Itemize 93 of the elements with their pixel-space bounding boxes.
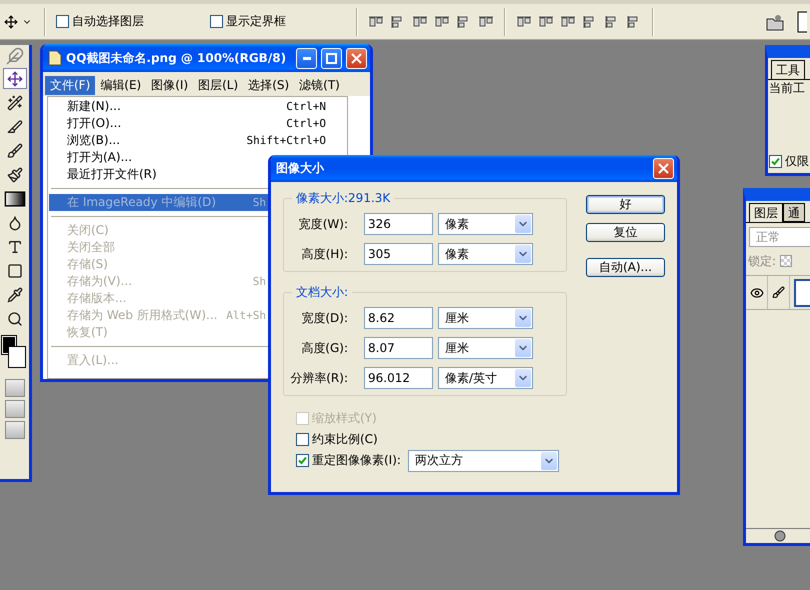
checkbox[interactable]: [56, 15, 69, 28]
field-label: 高度(G):: [300, 340, 348, 356]
drop-icon: [6, 214, 22, 230]
panel-tab[interactable]: 工具: [771, 60, 805, 79]
dialog-button[interactable]: 自动(A)...: [586, 258, 665, 277]
minimize-icon: [302, 56, 310, 60]
menu-item[interactable]: 图层(L): [193, 76, 244, 95]
check-icon: [771, 157, 780, 166]
menu-item[interactable]: 选择(S): [243, 76, 294, 95]
minimize-button[interactable]: [296, 48, 317, 68]
checkbox[interactable]: [769, 155, 782, 168]
input-field[interactable]: 8.07: [364, 337, 433, 359]
field-label: 宽度(D):: [300, 310, 348, 326]
layer-row[interactable]: [746, 275, 810, 310]
group-title: 文档大小:: [295, 284, 350, 301]
shortcut-text: Shift+Ctrl+O: [246, 134, 326, 147]
paintbrush-icon: [6, 166, 22, 182]
eyedropper-icon: [6, 286, 22, 302]
menu-item[interactable]: 浏览(B)... Shift+Ctrl+O: [49, 132, 346, 149]
checkbox-label: 仅限: [785, 153, 809, 170]
panel-text: 当前工: [768, 80, 806, 97]
close-button[interactable]: [346, 48, 367, 68]
shortcut-text: Alt+Sh: [226, 309, 266, 322]
feather-icon: [6, 47, 24, 65]
align-icon[interactable]: [368, 14, 384, 28]
input-field[interactable]: 326: [364, 213, 433, 235]
knife-icon: [6, 118, 22, 134]
lock-label: 锁定:: [748, 252, 776, 270]
layer-style-icon[interactable]: [774, 530, 786, 542]
input-field[interactable]: 96.012: [364, 367, 433, 389]
checkbox[interactable]: [296, 433, 309, 446]
align-icon[interactable]: [434, 14, 450, 28]
align-icon[interactable]: [478, 14, 494, 28]
field-label: 分辨率(R):: [289, 370, 348, 386]
checkbox-label: 重定图像像素(I):: [312, 452, 401, 469]
dialog-button[interactable]: 复位: [586, 223, 665, 242]
check-icon: [298, 456, 307, 465]
checkbox-label: 显示定界框: [226, 13, 286, 30]
close-icon: [351, 52, 362, 64]
transparency-lock-icon[interactable]: [780, 255, 792, 267]
shortcut-text: Sh: [252, 275, 266, 288]
shortcut-text: Sh: [252, 196, 266, 209]
unit-select[interactable]: 厘米: [438, 307, 533, 329]
type-icon: [6, 238, 22, 254]
blend-mode-field[interactable]: 正常: [749, 227, 810, 247]
menu-item[interactable]: 打开(O)... Ctrl+O: [49, 115, 346, 132]
menu-item[interactable]: 图像(I): [146, 76, 194, 95]
menu-item[interactable]: 编辑(E): [95, 76, 146, 95]
eye-icon: [750, 286, 764, 300]
checkbox[interactable]: [296, 454, 309, 467]
panel-tab[interactable]: 图层: [749, 203, 783, 222]
align-icon[interactable]: [412, 14, 428, 28]
panel-tab[interactable]: 通: [783, 203, 805, 222]
align-icon[interactable]: [538, 14, 554, 28]
maximize-icon: [326, 52, 337, 64]
checkbox[interactable]: [210, 15, 223, 28]
move-icon: [4, 14, 18, 28]
menu-item[interactable]: 文件(F): [45, 76, 96, 95]
unit-select[interactable]: 厘米: [438, 337, 533, 359]
resample-select[interactable]: 两次立方: [408, 450, 559, 472]
zoom-icon: [6, 310, 22, 326]
field-label: 高度(H):: [300, 246, 348, 262]
shortcut-text: Ctrl+O: [286, 117, 326, 130]
dialog-title: 图像大小: [276, 160, 324, 177]
quick-mask-button[interactable]: [4, 379, 24, 397]
align-icon[interactable]: [560, 14, 576, 28]
tool-button[interactable]: [2, 68, 26, 89]
menu-item[interactable]: 新建(N)... Ctrl+N: [49, 98, 346, 115]
shortcut-text: Ctrl+N: [286, 100, 326, 113]
maximize-button[interactable]: [321, 48, 342, 68]
checkbox-label: 缩放样式(Y): [312, 410, 377, 427]
checkbox-label: 约束比例(C): [312, 431, 378, 448]
checkbox-label: 自动选择图层: [72, 13, 144, 30]
magic-wand-icon: [6, 94, 22, 110]
align-icon[interactable]: [516, 14, 532, 28]
close-icon: [658, 163, 669, 174]
window-title: QQ截图未命名.png @ 100%(RGB/8): [66, 50, 286, 66]
brush-icon: [6, 142, 22, 158]
field-label: 宽度(W):: [298, 216, 348, 232]
move-icon: [6, 70, 22, 86]
document-icon: [48, 50, 62, 66]
dialog-button[interactable]: 好: [586, 195, 665, 214]
input-field[interactable]: 305: [364, 243, 433, 265]
close-button[interactable]: [653, 158, 674, 179]
jump-button[interactable]: [4, 421, 24, 439]
menu-item[interactable]: 滤镜(T): [294, 76, 345, 95]
screen-mode-button[interactable]: [4, 400, 24, 418]
unit-select[interactable]: 像素/英寸: [438, 367, 533, 389]
unit-select[interactable]: 像素: [438, 213, 533, 235]
brush-icon: [772, 286, 785, 299]
unit-select[interactable]: 像素: [438, 243, 533, 265]
rectangle-icon: [6, 262, 22, 278]
input-field[interactable]: 8.62: [364, 307, 433, 329]
